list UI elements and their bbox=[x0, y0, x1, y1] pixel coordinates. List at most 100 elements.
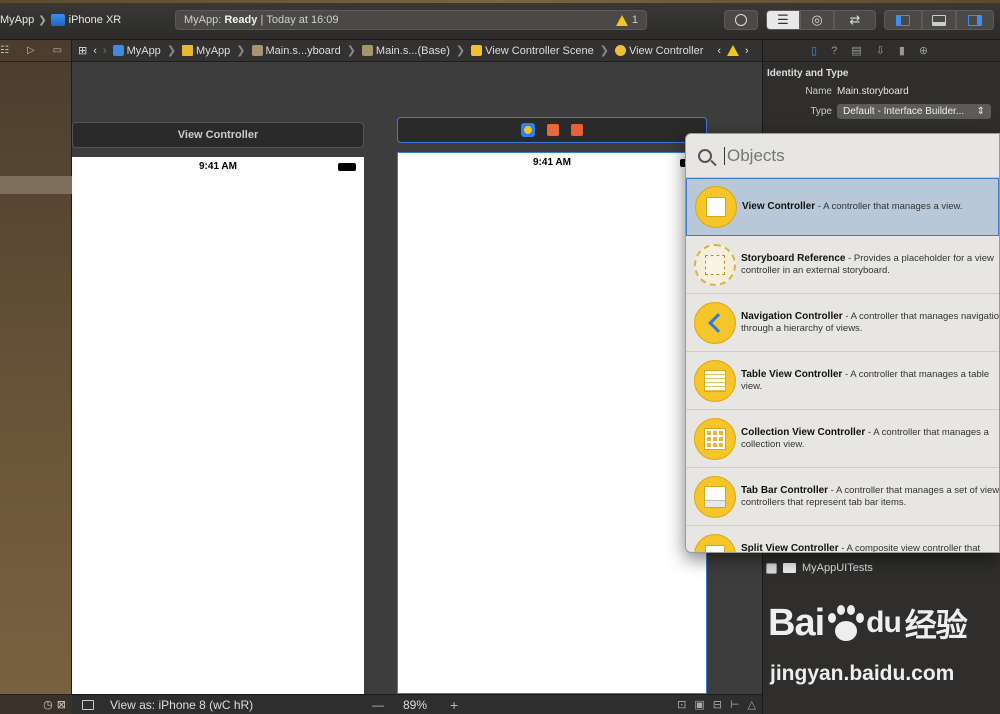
debug-area-toggle[interactable] bbox=[922, 10, 956, 30]
storyboard-reference-icon bbox=[694, 243, 736, 286]
update-frames-icon[interactable]: ⊡ bbox=[677, 698, 686, 711]
warning-indicator[interactable]: 1 bbox=[615, 14, 638, 26]
file-icon bbox=[361, 45, 373, 56]
folder-icon bbox=[182, 45, 194, 56]
identity-inspector-icon[interactable]: ▤ bbox=[851, 44, 861, 57]
quick-help-icon[interactable]: ? bbox=[831, 45, 837, 57]
library-item-text: Collection View Controller - A controlle… bbox=[741, 426, 999, 451]
type-row: Type Default - Interface Builder... ⇕ bbox=[763, 104, 1000, 119]
library-item-navigation-controller[interactable]: Navigation Controller - A controller tha… bbox=[686, 294, 999, 352]
crumb-scene-label: View Controller Scene bbox=[485, 44, 594, 57]
library-item-tab-bar-controller[interactable]: Tab Bar Controller - A controller that m… bbox=[686, 468, 999, 526]
zoom-in-button[interactable]: + bbox=[450, 697, 458, 713]
inspector-toggle[interactable] bbox=[956, 10, 994, 30]
view-controller-scene-1[interactable]: 9:41 AM bbox=[72, 157, 364, 694]
navigation-controller-icon bbox=[694, 301, 736, 344]
navigator-filter-bar: ◷ ⊠ bbox=[0, 694, 72, 714]
library-item-table-view-controller[interactable]: Table View Controller - A controller tha… bbox=[686, 352, 999, 410]
assistant-editor-button[interactable]: ◎ bbox=[800, 10, 834, 30]
zoom-level[interactable]: 89% bbox=[403, 698, 427, 712]
device-icon bbox=[50, 14, 65, 26]
align-icon[interactable]: ⊟ bbox=[713, 698, 722, 711]
crumb-view-controller[interactable]: View Controller bbox=[614, 44, 704, 57]
view-controller-dock-icon[interactable] bbox=[521, 123, 535, 137]
file-inspector-icon[interactable]: ▯ bbox=[811, 44, 817, 57]
zoom-out-button[interactable]: — bbox=[372, 698, 384, 712]
scene-dock-2[interactable] bbox=[397, 117, 707, 143]
library-icon bbox=[735, 14, 747, 26]
view-controller-scene-2[interactable]: 9:41 AM bbox=[397, 152, 707, 694]
crumb-scene[interactable]: View Controller Scene bbox=[471, 45, 594, 57]
crumb-project[interactable]: MyApp bbox=[112, 45, 161, 57]
standard-editor-button[interactable]: ☰ bbox=[766, 10, 800, 30]
clock-icon[interactable]: ◷ bbox=[43, 698, 53, 711]
version-editor-icon: ⇄ bbox=[849, 12, 861, 27]
storyboard-icon bbox=[251, 45, 263, 56]
crumb-folder[interactable]: MyApp bbox=[182, 45, 230, 57]
filter-icon[interactable]: ⊠ bbox=[57, 698, 66, 711]
exit-icon[interactable] bbox=[571, 124, 583, 136]
library-item-split-view-controller[interactable]: Split View Controller - A composite view… bbox=[686, 526, 999, 552]
library-button[interactable] bbox=[724, 10, 758, 30]
forward-chevron-icon[interactable]: › bbox=[103, 45, 107, 57]
crumb-vc-label: View Controller bbox=[628, 44, 704, 57]
canvas-bottom-bar: View as: iPhone 8 (wC hR) — 89% + ⊡ ▣ ⊟ … bbox=[72, 694, 762, 714]
tag-icon[interactable]: ▷ bbox=[27, 45, 35, 56]
storyboard-canvas[interactable]: View Controller 9:41 AM 9:41 AM bbox=[72, 62, 762, 694]
library-item-collection-view-controller[interactable]: Collection View Controller - A controlle… bbox=[686, 410, 999, 468]
item-desc: - A controller that manages a view. bbox=[815, 201, 963, 212]
connections-inspector-icon[interactable]: ⊕ bbox=[919, 44, 928, 57]
document-outline-icon[interactable] bbox=[82, 699, 94, 710]
item-title: Collection View Controller bbox=[741, 426, 866, 438]
library-item-text: View Controller - A controller that mana… bbox=[742, 201, 999, 213]
comment-icon[interactable]: ▭ bbox=[53, 45, 62, 56]
logo-cn: 经验 bbox=[904, 607, 968, 643]
warning-count: 1 bbox=[631, 14, 638, 26]
item-title: Storyboard Reference bbox=[741, 252, 846, 264]
library-item-view-controller[interactable]: View Controller - A controller that mana… bbox=[686, 178, 999, 236]
prev-issue-icon[interactable]: ‹ bbox=[717, 45, 721, 57]
issue-warning-icon[interactable] bbox=[727, 45, 740, 56]
version-editor-button[interactable]: ⇄ bbox=[834, 10, 876, 30]
library-search-input[interactable] bbox=[727, 145, 947, 166]
view-as-device[interactable]: View as: iPhone 8 (wC hR) bbox=[110, 698, 253, 712]
size-inspector-icon[interactable]: ▮ bbox=[899, 44, 905, 57]
library-item-storyboard-reference[interactable]: Storyboard Reference - Provides a placeh… bbox=[686, 236, 999, 294]
scene-dock-1[interactable]: View Controller bbox=[72, 122, 364, 148]
type-select[interactable]: Default - Interface Builder... ⇕ bbox=[837, 104, 991, 119]
crumb-separator: ❯ bbox=[236, 45, 246, 57]
crumb-base[interactable]: Main.s...(Base) bbox=[361, 45, 450, 57]
uitests-checkbox[interactable] bbox=[766, 562, 777, 574]
first-responder-icon[interactable] bbox=[547, 124, 559, 136]
project-navigator: ☷ ▷ ▭ ◷ ⊠ bbox=[0, 40, 72, 714]
list-icon[interactable]: ☷ bbox=[0, 45, 9, 56]
navigator-tabs: ☷ ▷ ▭ bbox=[0, 40, 71, 62]
scheme-selector[interactable]: MyApp ❯ iPhone XR bbox=[0, 12, 121, 28]
resolve-icon[interactable]: △ bbox=[748, 698, 756, 711]
next-issue-icon[interactable]: › bbox=[745, 45, 749, 57]
paw-icon bbox=[825, 603, 865, 643]
attributes-inspector-icon[interactable]: ⇩ bbox=[876, 44, 885, 57]
back-chevron-icon[interactable]: ‹ bbox=[93, 45, 97, 57]
chevron-right-icon: ❯ bbox=[38, 14, 47, 26]
embed-icon[interactable]: ▣ bbox=[694, 698, 704, 711]
collection-view-controller-icon bbox=[694, 417, 736, 460]
project-icon bbox=[112, 45, 124, 56]
grid-icon[interactable]: ⊞ bbox=[78, 44, 87, 57]
selected-file-row[interactable] bbox=[0, 176, 72, 194]
pin-icon[interactable]: ⊢ bbox=[730, 698, 740, 711]
scheme-app-label[interactable]: MyApp bbox=[0, 14, 34, 26]
status-state: Ready bbox=[224, 14, 258, 26]
left-panel-icon bbox=[896, 14, 910, 26]
scene1-title: View Controller bbox=[177, 129, 259, 141]
library-search-bar bbox=[686, 134, 999, 178]
crumb-storyboard[interactable]: Main.s...yboard bbox=[251, 45, 341, 57]
scheme-device-label[interactable]: iPhone XR bbox=[69, 14, 122, 26]
item-title: Tab Bar Controller bbox=[741, 484, 829, 496]
window-edge bbox=[0, 0, 1000, 3]
view-controller-icon bbox=[614, 45, 626, 56]
navigator-toggle[interactable] bbox=[884, 10, 922, 30]
name-row: Name Main.storyboard bbox=[763, 86, 1000, 97]
split-view-controller-icon bbox=[694, 533, 736, 552]
library-item-text: Table View Controller - A controller tha… bbox=[741, 369, 999, 393]
